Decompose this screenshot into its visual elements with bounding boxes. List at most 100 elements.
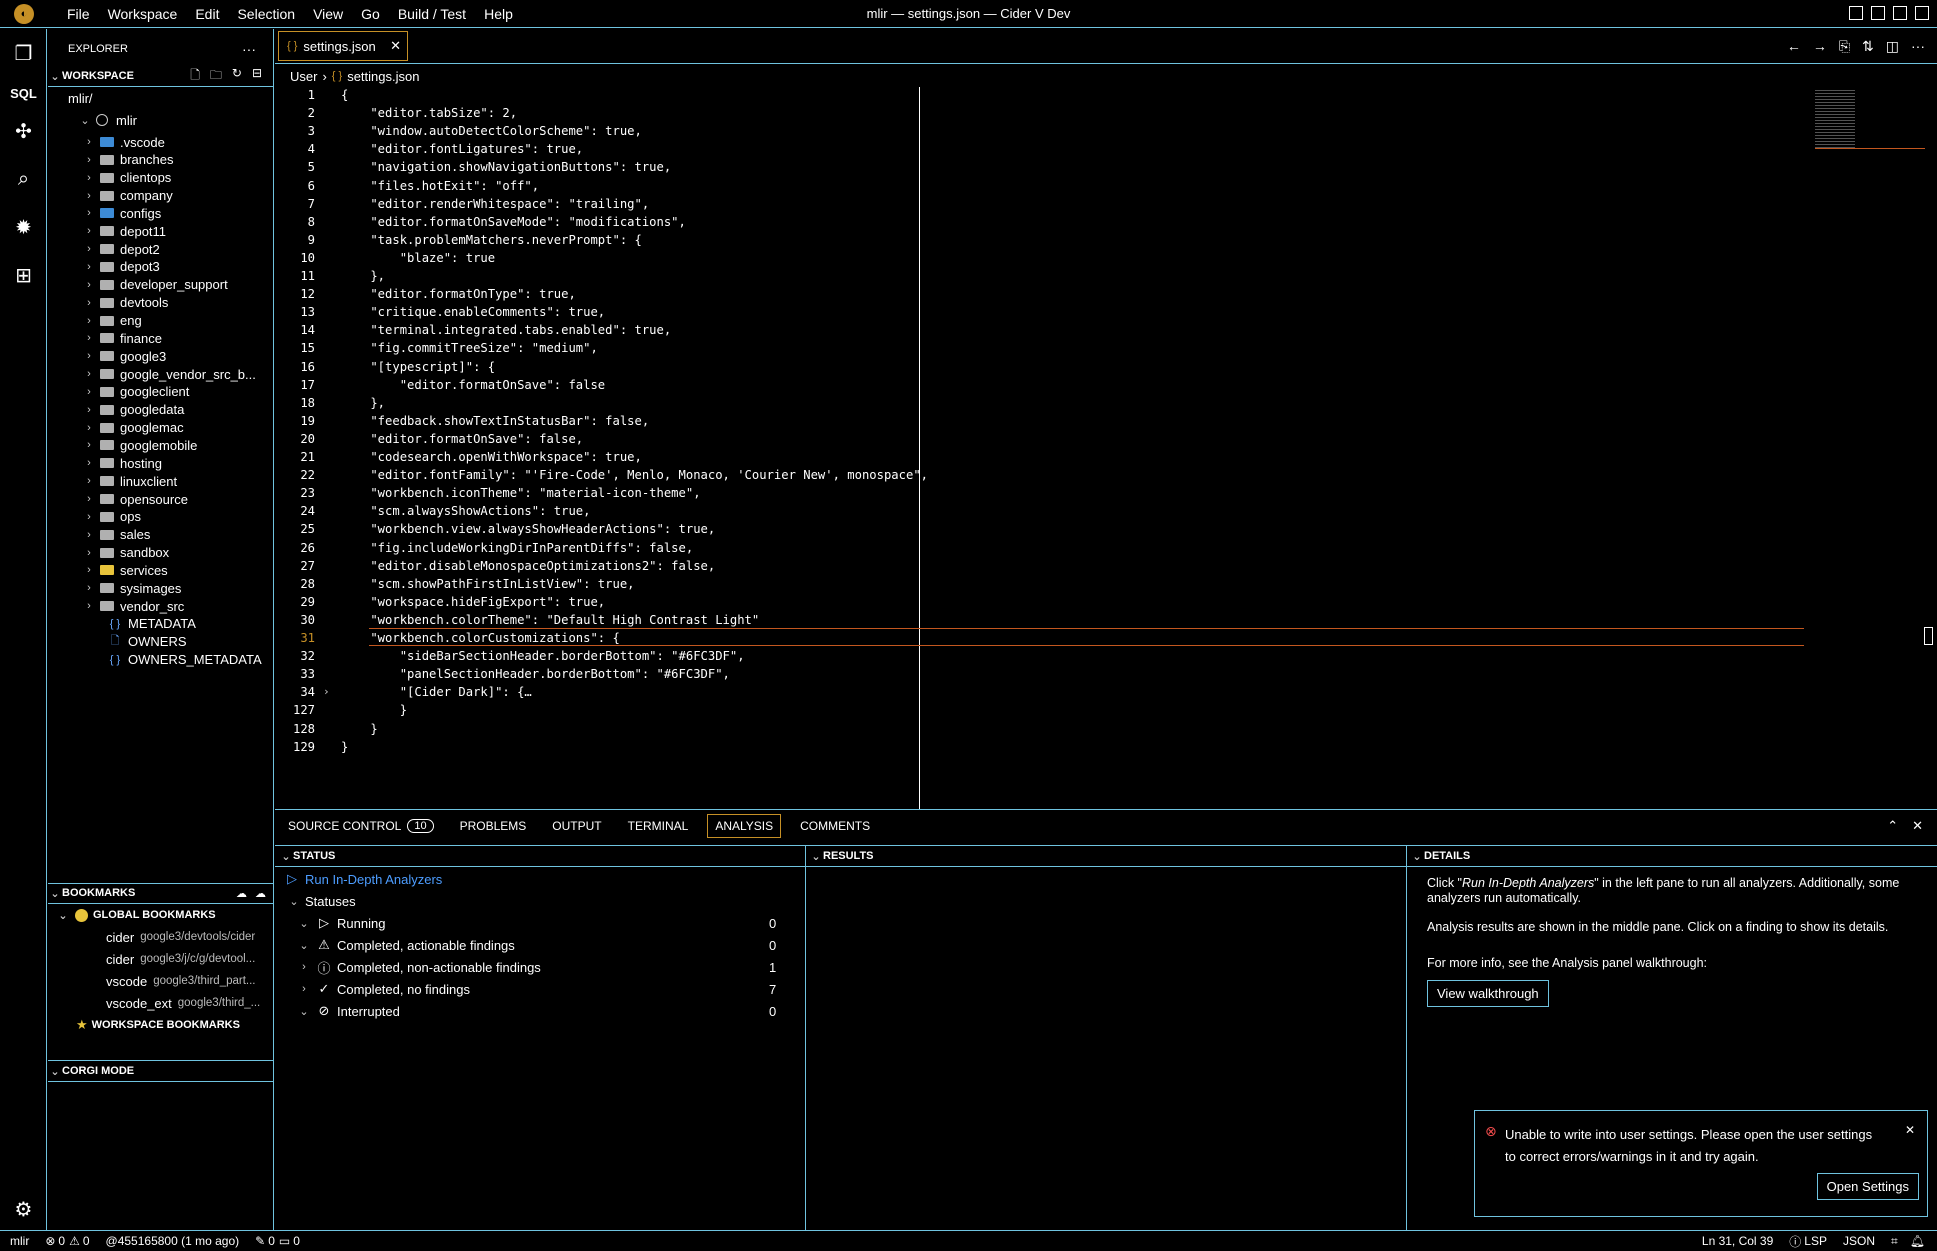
close-icon[interactable]: ✕ — [1905, 1123, 1915, 1137]
toggle-secondary-sidebar-icon[interactable] — [1893, 6, 1907, 20]
code-line[interactable]: "editor.formatOnSave": false — [341, 378, 605, 392]
edit-count[interactable]: 0 — [268, 1234, 275, 1248]
bookmark-item[interactable]: vscode_ext google3/third_... — [48, 992, 274, 1014]
debug-icon[interactable]: ✹ — [0, 207, 47, 247]
code-line[interactable]: }, — [341, 396, 385, 410]
cloud-upload-icon[interactable]: ☁ — [255, 887, 266, 900]
code-line[interactable]: "editor.formatOnSaveMode": "modification… — [341, 215, 686, 229]
cursor-position[interactable]: Ln 31, Col 39 — [1702, 1234, 1773, 1248]
maximize-panel-icon[interactable]: ⌃ — [1887, 818, 1898, 834]
more-actions-icon[interactable]: ··· — [242, 41, 256, 57]
feedback-icon[interactable]: ⌗ — [1891, 1234, 1898, 1249]
code-line[interactable]: "workbench.view.alwaysShowHeaderActions"… — [341, 522, 715, 536]
menu-file[interactable]: File — [58, 6, 99, 22]
code-line[interactable]: "critique.enableComments": true, — [341, 305, 605, 319]
tab-output[interactable]: OUTPUT — [545, 815, 608, 837]
workspace-bookmarks-node[interactable]: ★ WORKSPACE BOOKMARKS — [48, 1014, 274, 1036]
code-line[interactable]: "blaze": true — [341, 251, 495, 265]
menu-workspace[interactable]: Workspace — [99, 6, 187, 22]
search-icon[interactable]: ⌕ — [0, 159, 47, 199]
details-pane-header[interactable]: ⌄ DETAILS — [1410, 846, 1470, 866]
scrollbar-thumb[interactable] — [1924, 627, 1933, 645]
fold-chevron-icon[interactable]: › — [323, 685, 330, 698]
code-line[interactable]: "fig.commitTreeSize": "medium", — [341, 341, 597, 355]
more-actions-icon[interactable]: ··· — [1911, 38, 1925, 55]
corgi-mode-section-header[interactable]: ⌄ CORGI MODE — [48, 1061, 274, 1081]
bell-icon[interactable]: 🔔︎ — [1910, 1234, 1925, 1248]
split-editor-icon[interactable]: ◫ — [1886, 38, 1899, 55]
menu-edit[interactable]: Edit — [186, 6, 228, 22]
run-analyzers-link[interactable]: ▷ Run In-Depth Analyzers — [287, 868, 787, 890]
go-back-icon[interactable]: ← — [1787, 38, 1801, 55]
code-line[interactable]: "scm.showPathFirstInListView": true, — [341, 577, 634, 591]
workspace-root[interactable]: mlir/ — [48, 87, 274, 109]
sql-icon[interactable]: SQL — [0, 73, 47, 113]
code-line[interactable]: } — [341, 703, 407, 717]
menu-view[interactable]: View — [304, 6, 352, 22]
code-line[interactable]: "terminal.integrated.tabs.enabled": true… — [341, 323, 671, 337]
status-row[interactable]: ⌄ ⊘ Interrupted 0 — [297, 1000, 797, 1022]
workspace-name[interactable]: mlir — [10, 1234, 29, 1248]
error-count[interactable]: 0 — [58, 1234, 65, 1248]
code-line[interactable]: "fig.includeWorkingDirInParentDiffs": fa… — [341, 541, 693, 555]
bookmarks-section-header[interactable]: ⌄ BOOKMARKS ☁ ☁ — [48, 883, 274, 903]
bookmark-item[interactable]: cider google3/devtools/cider — [48, 926, 274, 948]
menu-go[interactable]: Go — [352, 6, 389, 22]
code-line[interactable]: "sideBarSectionHeader.borderBottom": "#6… — [341, 649, 745, 663]
new-file-icon[interactable]: 🗋 — [190, 66, 200, 87]
code-line[interactable]: "[Cider Dark]": {… — [341, 685, 532, 699]
warning-count[interactable]: 0 — [83, 1234, 90, 1248]
code-line[interactable]: "panelSectionHeader.borderBottom": "#6FC… — [341, 667, 730, 681]
code-line[interactable]: "workspace.hideFigExport": true, — [341, 595, 605, 609]
code-editor[interactable]: 1 {2 "editor.tabSize": 2, 3 "window.autoDe… — [275, 85, 1937, 809]
code-line[interactable]: "editor.formatOnType": true, — [341, 287, 575, 301]
tab-source-control[interactable]: SOURCE CONTROL 10 — [281, 815, 441, 837]
tab-terminal[interactable]: TERMINAL — [621, 815, 696, 837]
view-walkthrough-button[interactable]: View walkthrough — [1427, 980, 1549, 1007]
close-panel-icon[interactable]: ✕ — [1912, 818, 1923, 834]
collapse-all-icon[interactable]: ⊟ — [252, 66, 262, 87]
open-settings-button[interactable]: Open Settings — [1816, 1173, 1919, 1200]
code-line[interactable]: "feedback.showTextInStatusBar": false, — [341, 414, 649, 428]
lsp-status[interactable]: LSP — [1804, 1234, 1827, 1248]
code-line[interactable]: "window.autoDetectColorScheme": true, — [341, 124, 642, 138]
code-line[interactable]: "editor.formatOnSave": false, — [341, 432, 583, 446]
language-mode[interactable]: JSON — [1843, 1234, 1875, 1248]
code-line[interactable]: "files.hotExit": "off", — [341, 179, 539, 193]
comment-count[interactable]: 0 — [293, 1234, 300, 1248]
code-line[interactable]: } — [341, 722, 377, 736]
statuses-group[interactable]: ⌄ Statuses — [287, 890, 787, 912]
refresh-icon[interactable]: ↻ — [232, 66, 242, 87]
status-pane-header[interactable]: ⌄ STATUS — [279, 846, 335, 866]
code-line[interactable]: } — [341, 740, 348, 754]
code-line[interactable]: "task.problemMatchers.neverPrompt": { — [341, 233, 642, 247]
bookmark-item[interactable]: cider google3/j/c/g/devtool... — [48, 948, 274, 970]
new-folder-icon[interactable]: 🗀 — [210, 66, 222, 87]
code-line[interactable]: "editor.fontLigatures": true, — [341, 142, 583, 156]
bookmark-item[interactable]: vscode google3/third_part... — [48, 970, 274, 992]
go-forward-icon[interactable]: → — [1813, 38, 1827, 55]
menu-build-test[interactable]: Build / Test — [389, 6, 475, 22]
close-icon[interactable]: ✕ — [390, 38, 401, 54]
menu-help[interactable]: Help — [475, 6, 522, 22]
open-file-icon[interactable]: ⎘ — [1839, 38, 1850, 55]
minimap[interactable] — [1815, 90, 1925, 160]
code-line[interactable]: "editor.fontFamily": "'Fire-Code', Menlo… — [341, 468, 928, 482]
code-line[interactable]: "scm.alwaysShowActions": true, — [341, 504, 590, 518]
global-bookmarks-node[interactable]: ⌄ GLOBAL BOOKMARKS — [48, 904, 274, 926]
code-line[interactable]: "editor.disableMonospaceOptimizations2":… — [341, 559, 715, 573]
extensions-icon[interactable]: ⊞ — [0, 255, 47, 295]
menu-selection[interactable]: Selection — [228, 6, 304, 22]
files-icon[interactable]: ❐ — [0, 33, 47, 73]
breadcrumb-item[interactable]: User — [290, 69, 317, 84]
code-line[interactable]: "navigation.showNavigationButtons": true… — [341, 160, 671, 174]
toggle-panel-icon[interactable] — [1871, 6, 1885, 20]
tab-problems[interactable]: PROBLEMS — [453, 815, 534, 837]
status-row[interactable]: ⌄ ⚠ Completed, actionable findings 0 — [297, 934, 797, 956]
tab-settings-json[interactable]: { } settings.json ✕ — [278, 31, 408, 61]
customize-layout-icon[interactable] — [1915, 6, 1929, 20]
code-line[interactable]: "editor.renderWhitespace": "trailing", — [341, 197, 649, 211]
status-row[interactable]: ⌄ ▷ Running 0 — [297, 912, 797, 934]
code-line[interactable]: "[typescript]": { — [341, 360, 495, 374]
cl-info[interactable]: @455165800 (1 mo ago) — [106, 1234, 240, 1248]
